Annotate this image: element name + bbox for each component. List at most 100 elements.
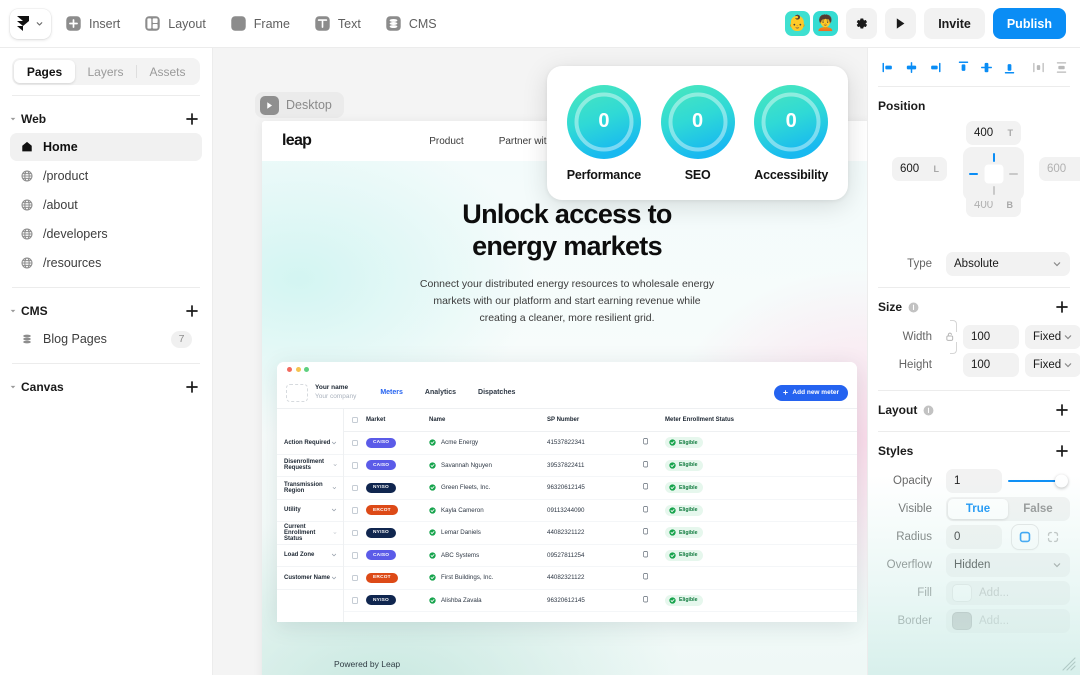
table-row[interactable]: CAISO ABC Systems 09527811254 Eligible: [344, 545, 857, 567]
add-collection-button[interactable]: [184, 303, 200, 319]
add-page-button[interactable]: [184, 111, 200, 127]
settings-button[interactable]: [846, 8, 878, 39]
mockup-add-meter-button[interactable]: Add new meter: [774, 384, 848, 401]
section-header-cms[interactable]: CMS: [0, 298, 212, 324]
tab-layers[interactable]: Layers: [75, 60, 136, 83]
sidebar-item-product[interactable]: /product: [10, 162, 202, 190]
radius-per-corner-button[interactable]: [1040, 525, 1066, 549]
checkbox-icon[interactable]: [351, 507, 359, 514]
checkbox-icon[interactable]: [351, 484, 359, 491]
tab-pages[interactable]: Pages: [14, 60, 75, 83]
table-row[interactable]: ERCOT Kayla Cameron 09113244090 Eligible: [344, 500, 857, 522]
height-input[interactable]: 100: [963, 353, 1019, 377]
pin-left-handle[interactable]: [969, 173, 978, 175]
framer-logo-menu[interactable]: [10, 8, 51, 39]
table-row[interactable]: NYISO Alishba Zavala 96320612145 Eligibl…: [344, 590, 857, 612]
filter-row[interactable]: Action Required: [277, 432, 343, 455]
checkbox-icon[interactable]: [351, 597, 359, 604]
filter-row[interactable]: Utility: [277, 500, 343, 522]
nav-link-product[interactable]: Product: [429, 136, 463, 147]
layout-button[interactable]: Layout: [134, 9, 216, 39]
table-row[interactable]: CAISO Savannah Nguyen 39537822411 Eligib…: [344, 455, 857, 477]
slider-knob[interactable]: [1055, 474, 1068, 488]
checkbox-icon[interactable]: [351, 439, 359, 446]
checkbox-icon[interactable]: [351, 416, 359, 424]
align-right-icon[interactable]: [924, 57, 945, 77]
website-frame[interactable]: leap Product Partner with us About us Un…: [262, 121, 867, 675]
sidebar-item-home[interactable]: Home: [10, 133, 202, 161]
radius-input[interactable]: 0: [946, 525, 1002, 549]
text-button[interactable]: Text: [304, 9, 371, 39]
insert-button[interactable]: Insert: [55, 9, 130, 39]
sidebar-item-developers[interactable]: /developers: [10, 220, 202, 248]
align-bottom-icon[interactable]: [999, 57, 1020, 77]
pin-top-handle[interactable]: [992, 153, 995, 162]
row-checkbox-cell[interactable]: [344, 507, 366, 514]
fill-color-swatch[interactable]: [952, 584, 972, 602]
cell-copy-action[interactable]: [643, 573, 665, 582]
avatar[interactable]: 👶: [785, 11, 811, 36]
checkbox-icon[interactable]: [351, 529, 359, 536]
align-left-icon[interactable]: [878, 57, 899, 77]
cell-copy-action[interactable]: [643, 483, 665, 492]
distribute-vertical-icon[interactable]: [1051, 57, 1072, 77]
cell-copy-action[interactable]: [643, 438, 665, 447]
mockup-tab-analytics[interactable]: Analytics: [425, 389, 456, 396]
score-accessibility[interactable]: 0 Accessibility: [754, 84, 828, 182]
site-logo[interactable]: leap: [282, 132, 312, 150]
width-input[interactable]: 100: [963, 325, 1019, 349]
row-checkbox-cell[interactable]: [344, 462, 366, 469]
row-checkbox-cell[interactable]: [344, 597, 366, 604]
info-icon[interactable]: [923, 405, 934, 416]
table-row[interactable]: CAISO Acme Energy 41537822341 Eligible: [344, 432, 857, 455]
add-size-property-button[interactable]: [1054, 299, 1070, 315]
checkbox-icon[interactable]: [351, 462, 359, 469]
select-all-cell[interactable]: [344, 416, 366, 424]
border-add-control[interactable]: Add...: [946, 609, 1070, 633]
checkbox-icon[interactable]: [351, 574, 359, 581]
filter-row[interactable]: Disenrollment Requests: [277, 455, 343, 477]
preview-button[interactable]: [885, 8, 917, 39]
row-checkbox-cell[interactable]: [344, 439, 366, 446]
opacity-input[interactable]: 1: [946, 469, 1002, 493]
score-performance[interactable]: 0 Performance: [567, 84, 641, 182]
align-center-horizontal-icon[interactable]: [901, 57, 922, 77]
position-top-input[interactable]: 400 T: [966, 121, 1021, 145]
sidebar-item-blog-pages[interactable]: Blog Pages 7: [10, 325, 202, 353]
table-row[interactable]: ERCOT First Buildings, Inc. 44082321122: [344, 567, 857, 590]
frame-name-desktop[interactable]: Desktop: [255, 92, 344, 118]
position-right-input[interactable]: 600 R: [1039, 157, 1080, 181]
section-header-web[interactable]: Web: [0, 106, 212, 132]
visible-true-option[interactable]: True: [948, 499, 1008, 519]
width-unit-select[interactable]: Fixed: [1025, 325, 1080, 349]
publish-button[interactable]: Publish: [992, 8, 1066, 39]
resize-corner-icon[interactable]: [1061, 656, 1077, 672]
fill-add-control[interactable]: Add...: [946, 581, 1070, 605]
position-type-select[interactable]: Absolute: [946, 252, 1070, 276]
sidebar-item-resources[interactable]: /resources: [10, 249, 202, 277]
add-style-property-button[interactable]: [1054, 443, 1070, 459]
row-checkbox-cell[interactable]: [344, 529, 366, 536]
border-color-swatch[interactable]: [952, 612, 972, 630]
tab-assets[interactable]: Assets: [137, 60, 198, 83]
align-top-icon[interactable]: [953, 57, 974, 77]
cell-copy-action[interactable]: [643, 550, 665, 560]
mockup-tab-meters[interactable]: Meters: [380, 389, 403, 396]
checkbox-icon[interactable]: [351, 552, 359, 559]
design-canvas[interactable]: Desktop leap Product Partner with us Abo…: [213, 48, 867, 675]
invite-button[interactable]: Invite: [924, 8, 985, 39]
visible-false-option[interactable]: False: [1008, 499, 1068, 519]
row-checkbox-cell[interactable]: [344, 574, 366, 581]
distribute-horizontal-icon[interactable]: [1028, 57, 1049, 77]
add-canvas-button[interactable]: [184, 379, 200, 395]
mockup-tab-dispatches[interactable]: Dispatches: [478, 389, 515, 396]
filter-row[interactable]: Customer Name: [277, 567, 343, 590]
opacity-slider[interactable]: [1008, 469, 1070, 493]
pin-bottom-handle[interactable]: [992, 186, 995, 195]
overflow-select[interactable]: Hidden: [946, 553, 1070, 577]
filter-row[interactable]: Transmission Region: [277, 477, 343, 500]
align-center-vertical-icon[interactable]: [976, 57, 997, 77]
filter-row[interactable]: Current Enrollment Status: [277, 522, 343, 545]
add-layout-property-button[interactable]: [1054, 402, 1070, 418]
section-header-canvas[interactable]: Canvas: [0, 374, 212, 400]
